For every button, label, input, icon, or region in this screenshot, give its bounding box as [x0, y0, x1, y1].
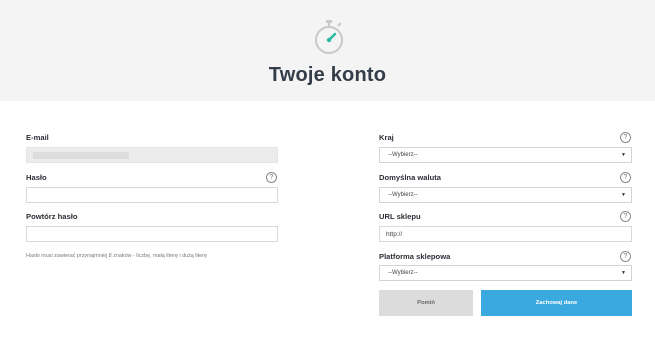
- email-value-redacted: [33, 152, 129, 159]
- currency-label: Domyślna waluta: [379, 173, 442, 182]
- platform-help-icon[interactable]: ?: [620, 251, 631, 262]
- currency-select-value: --Wybierz--: [388, 192, 418, 198]
- stopwatch-icon: [315, 20, 343, 54]
- country-label: Kraj: [379, 133, 394, 142]
- save-button[interactable]: Zachowaj dane: [481, 290, 632, 316]
- password-help-icon[interactable]: ?: [266, 172, 277, 183]
- password-label: Hasło: [26, 173, 47, 182]
- chevron-down-icon: ▼: [621, 270, 626, 276]
- platform-label: Platforma sklepowa: [379, 252, 451, 261]
- shop-url-field[interactable]: [379, 226, 632, 242]
- page-header: Twoje konto: [0, 0, 655, 101]
- skip-button[interactable]: Pomiń: [379, 290, 473, 316]
- currency-help-icon[interactable]: ?: [620, 172, 631, 183]
- password-hint: Hasło musi zawierać przynajmniej 8 znakó…: [26, 253, 207, 259]
- country-help-icon[interactable]: ?: [620, 132, 631, 143]
- shop-url-help-icon[interactable]: ?: [620, 211, 631, 222]
- platform-select-value: --Wybierz--: [388, 270, 418, 276]
- shop-url-label: URL sklepu: [379, 212, 421, 221]
- repeat-password-field[interactable]: [26, 226, 278, 242]
- page-title: Twoje konto: [268, 64, 387, 86]
- currency-select[interactable]: --Wybierz-- ▼: [379, 187, 632, 203]
- repeat-password-label: Powtórz hasło: [26, 212, 78, 221]
- email-label: E-mail: [26, 133, 49, 142]
- country-select-value: --Wybierz--: [388, 152, 418, 158]
- password-field[interactable]: [26, 187, 278, 203]
- chevron-down-icon: ▼: [621, 152, 626, 158]
- email-field[interactable]: [26, 147, 278, 163]
- country-select[interactable]: --Wybierz-- ▼: [379, 147, 632, 163]
- platform-select[interactable]: --Wybierz-- ▼: [379, 265, 632, 281]
- chevron-down-icon: ▼: [621, 192, 626, 198]
